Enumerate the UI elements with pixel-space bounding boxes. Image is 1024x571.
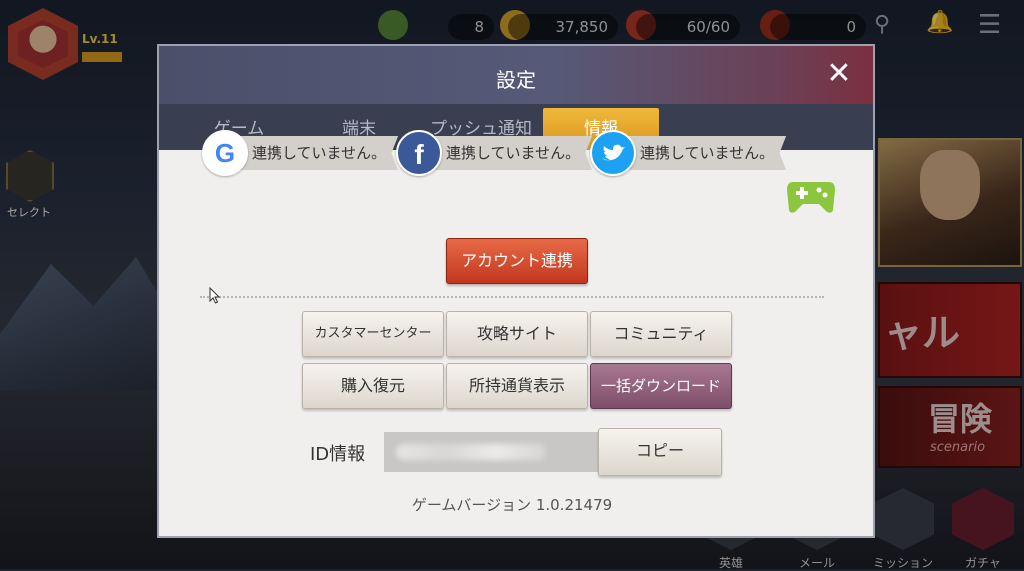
facebook-icon: f <box>396 130 442 176</box>
restore-purchase-button[interactable]: 購入復元 <box>302 363 444 409</box>
id-value-redacted <box>396 444 546 460</box>
id-info-label: ID情報 <box>310 444 366 465</box>
id-value-field <box>384 432 598 472</box>
facebook-status-label: 連携していません。 <box>426 136 593 170</box>
google-icon: G <box>202 130 248 176</box>
dialog-header: 設定 ✕ <box>159 46 873 105</box>
svg-text:G: G <box>215 138 235 168</box>
twitter-status-label: 連携していません。 <box>620 136 787 170</box>
facebook-link-status[interactable]: 連携していません。 f <box>396 130 593 178</box>
bulk-download-button[interactable]: 一括ダウンロード <box>590 363 732 409</box>
mouse-cursor-icon <box>209 287 221 304</box>
strategy-site-button[interactable]: 攻略サイト <box>446 311 588 357</box>
gamepad-icon[interactable] <box>785 176 837 216</box>
currency-display-button[interactable]: 所持通貨表示 <box>446 363 588 409</box>
close-button[interactable]: ✕ <box>823 58 855 90</box>
google-link-status[interactable]: 連携していません。 G <box>202 130 399 178</box>
customer-center-button[interactable]: カスタマーセンター <box>302 311 444 357</box>
twitter-icon <box>590 130 636 176</box>
community-button[interactable]: コミュニティ <box>590 311 732 357</box>
copy-button[interactable]: コピー <box>598 428 722 476</box>
google-status-label: 連携していません。 <box>232 136 399 170</box>
dialog-title: 設定 <box>496 68 536 92</box>
svg-text:f: f <box>414 139 424 170</box>
twitter-link-status[interactable]: 連携していません。 <box>590 130 787 178</box>
section-divider <box>200 296 824 298</box>
account-link-button[interactable]: アカウント連携 <box>446 238 588 284</box>
game-version: ゲームバージョン 1.0.21479 <box>411 496 613 514</box>
